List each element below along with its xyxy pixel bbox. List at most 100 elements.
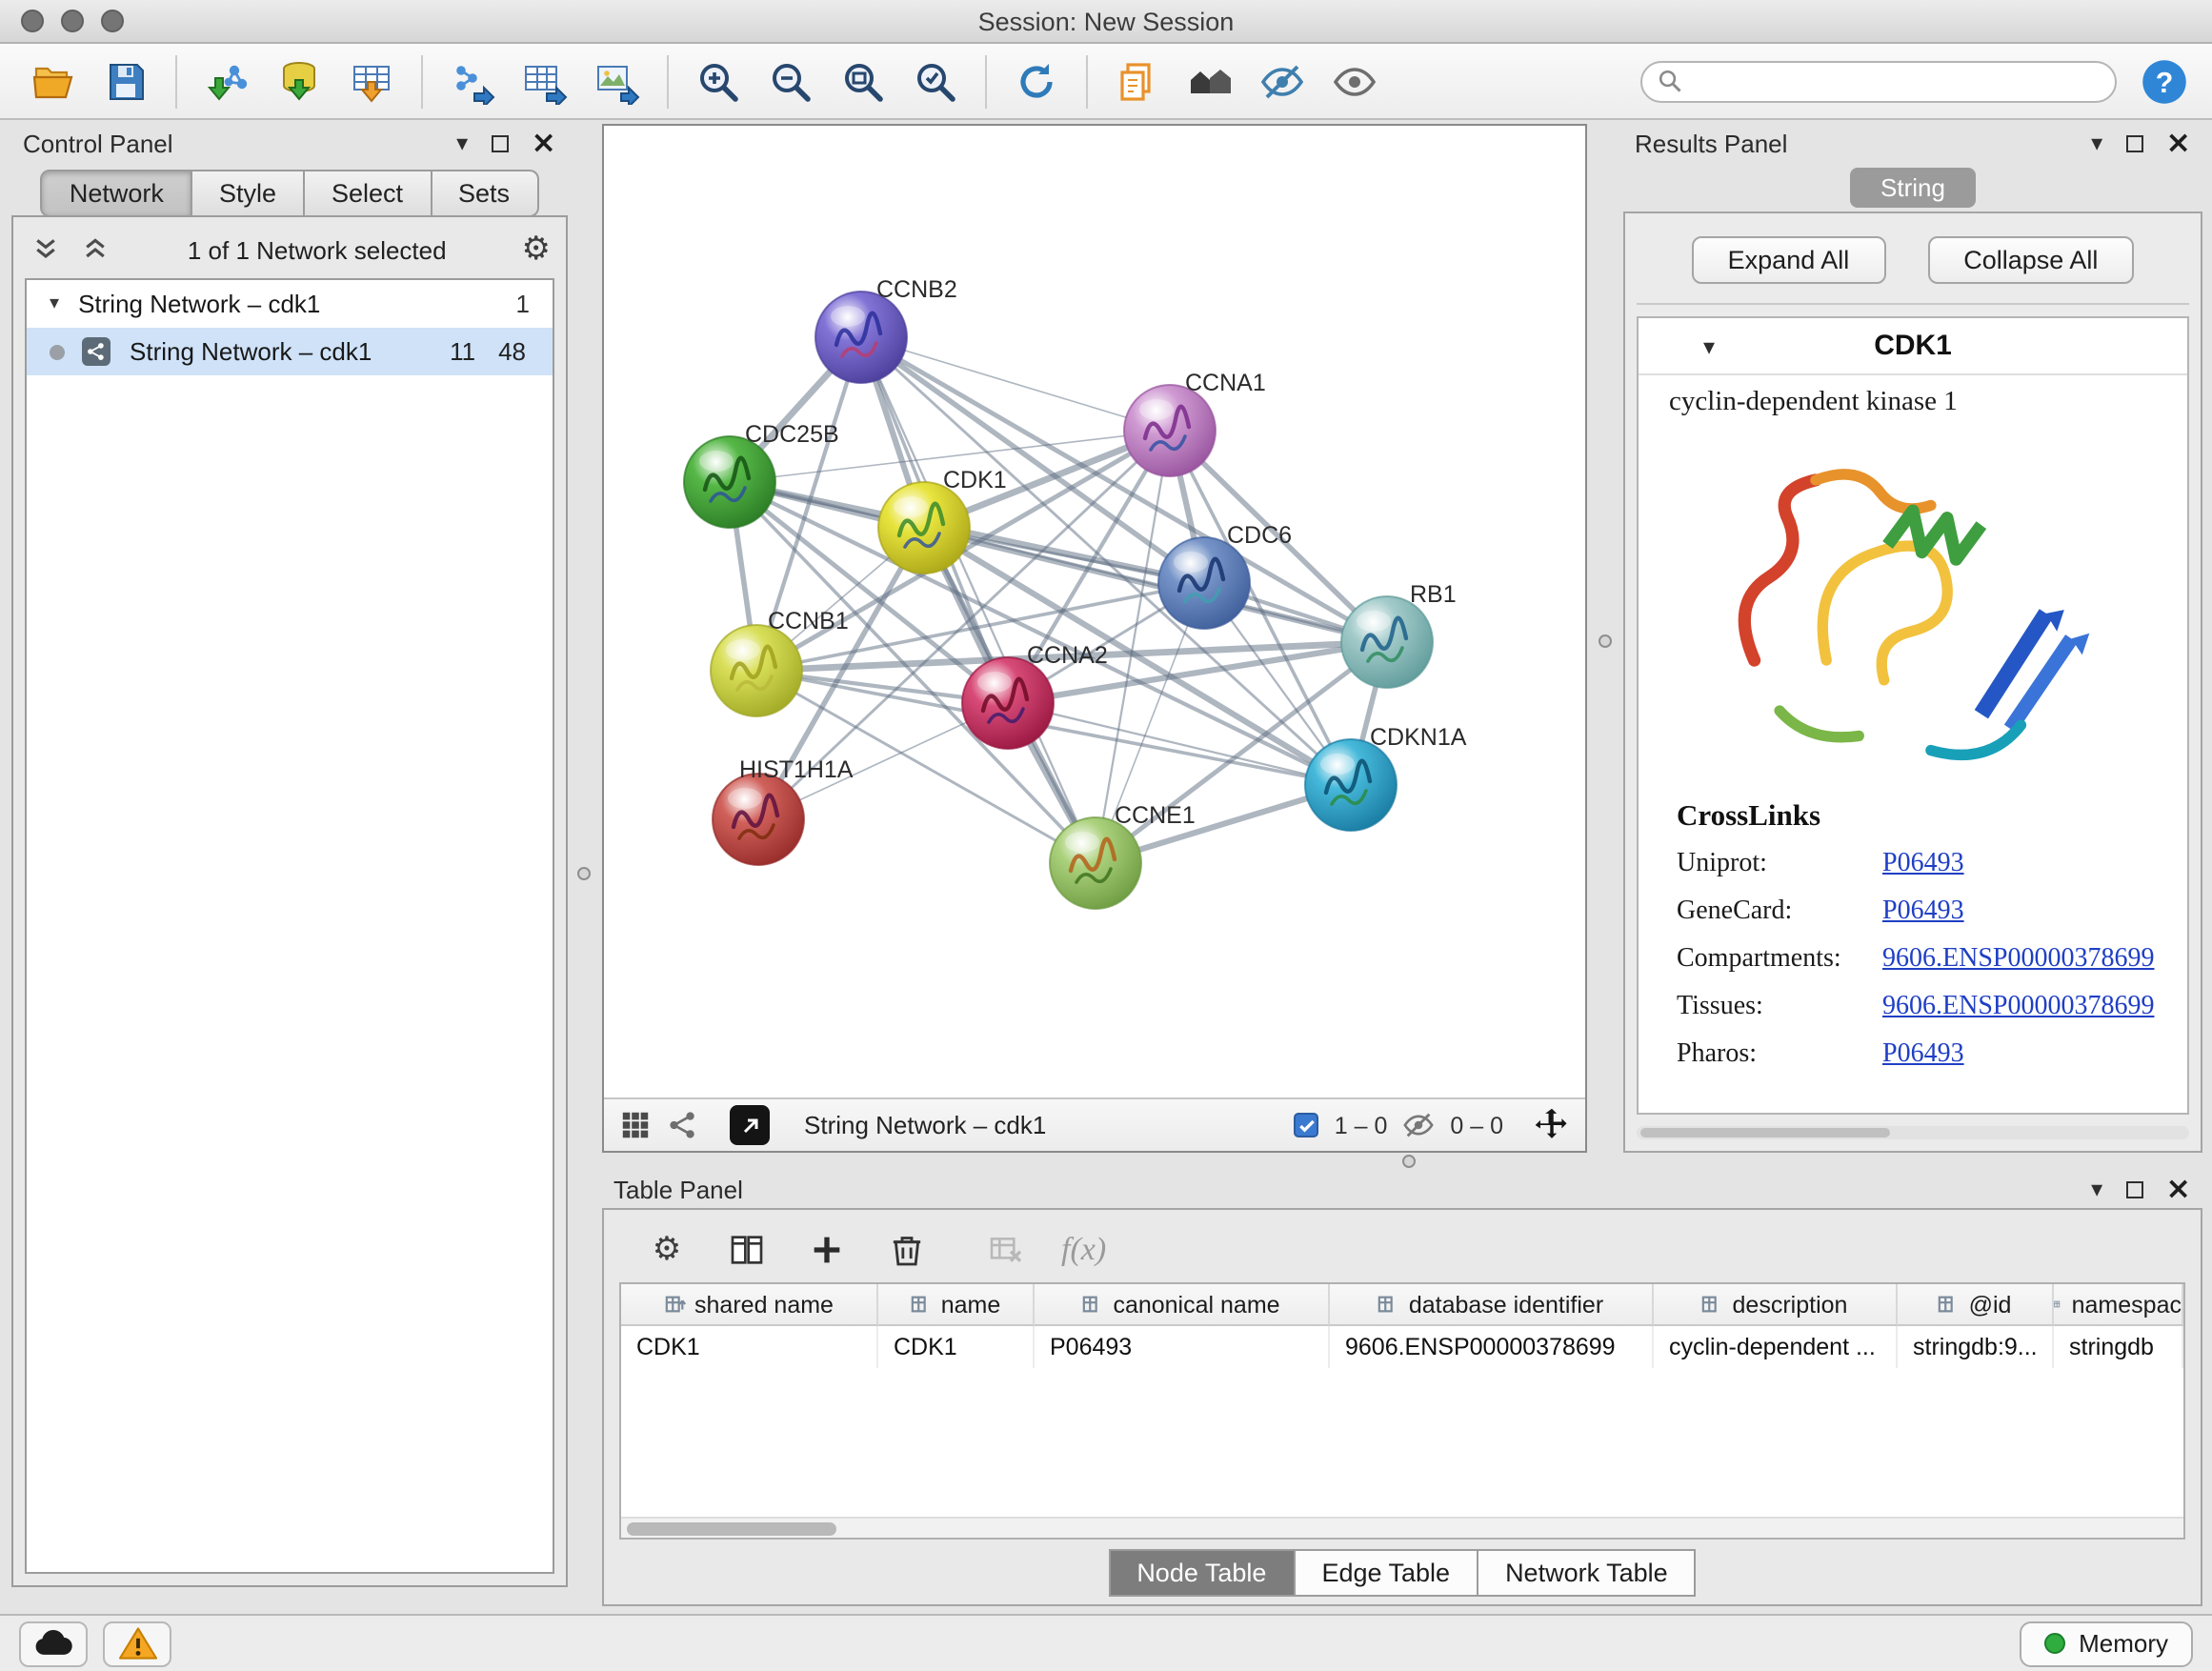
zoom-in-button[interactable] — [684, 49, 753, 113]
column-header[interactable]: canonical name — [1035, 1284, 1330, 1326]
horizontal-splitter[interactable] — [602, 1153, 2212, 1170]
function-builder-button[interactable]: f(x) — [1061, 1231, 1106, 1269]
string-results-tab[interactable]: String — [1850, 167, 1976, 207]
splitter-knob[interactable] — [1599, 634, 1612, 648]
help-button[interactable]: ? — [2136, 52, 2193, 110]
network-row-selected[interactable]: String Network – cdk1 11 48 — [27, 328, 553, 375]
tree-expand-caret-icon[interactable]: ▾ — [50, 293, 59, 314]
show-images-button[interactable] — [1320, 49, 1389, 113]
panel-menu-caret-icon[interactable]: ▾ — [456, 131, 468, 154]
tab-select[interactable]: Select — [305, 170, 432, 217]
network-node[interactable]: HIST1H1A — [713, 756, 854, 865]
tab-network[interactable]: Network — [41, 170, 192, 217]
network-node[interactable]: CCNB2 — [815, 276, 957, 383]
panel-close-icon[interactable]: × — [2165, 1174, 2191, 1204]
create-column-button[interactable] — [802, 1225, 852, 1275]
collapse-all-button[interactable]: Collapse All — [1927, 236, 2134, 284]
column-header[interactable]: namespac — [2054, 1284, 2183, 1326]
zoom-out-button[interactable] — [756, 49, 825, 113]
network-node[interactable]: CCNA1 — [1124, 370, 1266, 476]
home-button[interactable] — [1176, 49, 1244, 113]
crosslink-tissues-link[interactable]: 9606.ENSP00000378699 — [1882, 993, 2168, 1023]
splitter-knob[interactable] — [1402, 1155, 1416, 1168]
panel-menu-caret-icon[interactable]: ▾ — [2091, 131, 2102, 154]
column-header[interactable]: @id — [1898, 1284, 2054, 1326]
duplicate-button[interactable] — [1103, 49, 1172, 113]
table-cell[interactable]: stringdb:9... — [1898, 1326, 2054, 1368]
network-canvas[interactable]: CCNB2CCNA1CDC25BCDK1CDC6RB1CCNB1CCNA2CDK… — [604, 126, 1585, 1097]
panel-float-icon[interactable] — [2125, 134, 2142, 151]
vertical-splitter[interactable] — [568, 124, 602, 1614]
window-zoom-button[interactable] — [101, 10, 124, 32]
network-node[interactable]: CDK1 — [878, 467, 1007, 574]
middle-splitter[interactable] — [1587, 124, 1623, 1153]
table-cell[interactable]: 9606.ENSP00000378699 — [1330, 1326, 1654, 1368]
delete-table-button[interactable] — [981, 1225, 1031, 1275]
window-close-button[interactable] — [21, 10, 44, 32]
table-horizontal-scrollbar[interactable] — [621, 1517, 2183, 1538]
crosslink-compartments-link[interactable]: 9606.ENSP00000378699 — [1882, 945, 2168, 976]
network-table-tab[interactable]: Network Table — [1478, 1548, 1697, 1596]
delete-column-button[interactable] — [882, 1225, 932, 1275]
node-table-tab[interactable]: Node Table — [1108, 1548, 1295, 1596]
network-collection-row[interactable]: ▾ String Network – cdk1 1 — [27, 280, 553, 328]
warnings-button[interactable] — [103, 1621, 171, 1666]
crosslink-genecard-link[interactable]: P06493 — [1882, 897, 2168, 928]
hide-glass-effect-button[interactable] — [1248, 49, 1317, 113]
expand-all-button[interactable]: Expand All — [1692, 236, 1886, 284]
pan-move-icon[interactable] — [1534, 1107, 1570, 1143]
open-in-new-window-button[interactable] — [730, 1105, 770, 1145]
column-header[interactable]: database identifier — [1330, 1284, 1654, 1326]
tab-sets[interactable]: Sets — [432, 170, 538, 217]
table-settings-button[interactable]: ⚙ — [642, 1225, 692, 1275]
panel-float-icon[interactable] — [491, 134, 508, 151]
table-cell[interactable]: P06493 — [1035, 1326, 1330, 1368]
table-cell[interactable]: CDK1 — [878, 1326, 1035, 1368]
zoom-selected-button[interactable] — [901, 49, 970, 113]
network-node[interactable]: CDC25B — [684, 421, 839, 528]
export-network-button[interactable] — [438, 49, 507, 113]
string-share-icon[interactable] — [667, 1109, 699, 1141]
tab-style[interactable]: Style — [192, 170, 305, 217]
scrollbar-thumb[interactable] — [1640, 1128, 1889, 1137]
panel-float-icon[interactable] — [2125, 1180, 2142, 1198]
table-row[interactable]: CDK1 CDK1 P06493 9606.ENSP00000378699 cy… — [621, 1326, 2183, 1368]
splitter-knob[interactable] — [577, 867, 591, 880]
panel-close-icon[interactable]: × — [2165, 128, 2191, 158]
column-header[interactable]: shared name — [621, 1284, 878, 1326]
refresh-button[interactable] — [1002, 49, 1071, 113]
open-session-button[interactable] — [19, 49, 88, 113]
collapse-tree-button[interactable] — [78, 232, 112, 267]
results-scrollbar[interactable] — [1637, 1126, 2189, 1139]
network-options-gear-icon[interactable]: ⚙ — [522, 233, 552, 266]
panel-menu-caret-icon[interactable]: ▾ — [2091, 1178, 2102, 1200]
edge-table-tab[interactable]: Edge Table — [1295, 1548, 1478, 1596]
table-cell[interactable]: stringdb — [2054, 1326, 2183, 1368]
column-header[interactable]: description — [1654, 1284, 1898, 1326]
export-image-button[interactable] — [583, 49, 652, 113]
cloud-status-button[interactable] — [19, 1621, 88, 1666]
memory-button[interactable]: Memory — [2020, 1621, 2193, 1666]
table-cell[interactable]: CDK1 — [621, 1326, 878, 1368]
panel-close-icon[interactable]: × — [531, 128, 556, 158]
zoom-fit-button[interactable] — [829, 49, 897, 113]
window-minimize-button[interactable] — [61, 10, 84, 32]
import-network-database-button[interactable] — [265, 49, 333, 113]
scrollbar-thumb[interactable] — [627, 1522, 836, 1536]
gene-header[interactable]: ▾ CDK1 — [1639, 318, 2187, 375]
gene-collapse-caret-icon[interactable]: ▾ — [1703, 332, 1715, 359]
crosslink-pharos-link[interactable]: P06493 — [1882, 1040, 2168, 1071]
birdseye-grid-icon[interactable] — [619, 1109, 652, 1141]
network-node[interactable]: RB1 — [1341, 581, 1457, 688]
search-input[interactable] — [1694, 66, 2100, 96]
save-session-button[interactable] — [91, 49, 160, 113]
expand-tree-button[interactable] — [29, 232, 63, 267]
selected-checkbox[interactable] — [1295, 1113, 1319, 1137]
table-cell[interactable]: cyclin-dependent ... — [1654, 1326, 1898, 1368]
import-network-file-button[interactable] — [192, 49, 261, 113]
import-table-file-button[interactable] — [337, 49, 406, 113]
crosslink-uniprot-link[interactable]: P06493 — [1882, 850, 2168, 880]
export-table-button[interactable] — [511, 49, 579, 113]
column-header[interactable]: name — [878, 1284, 1035, 1326]
show-columns-button[interactable] — [722, 1225, 772, 1275]
